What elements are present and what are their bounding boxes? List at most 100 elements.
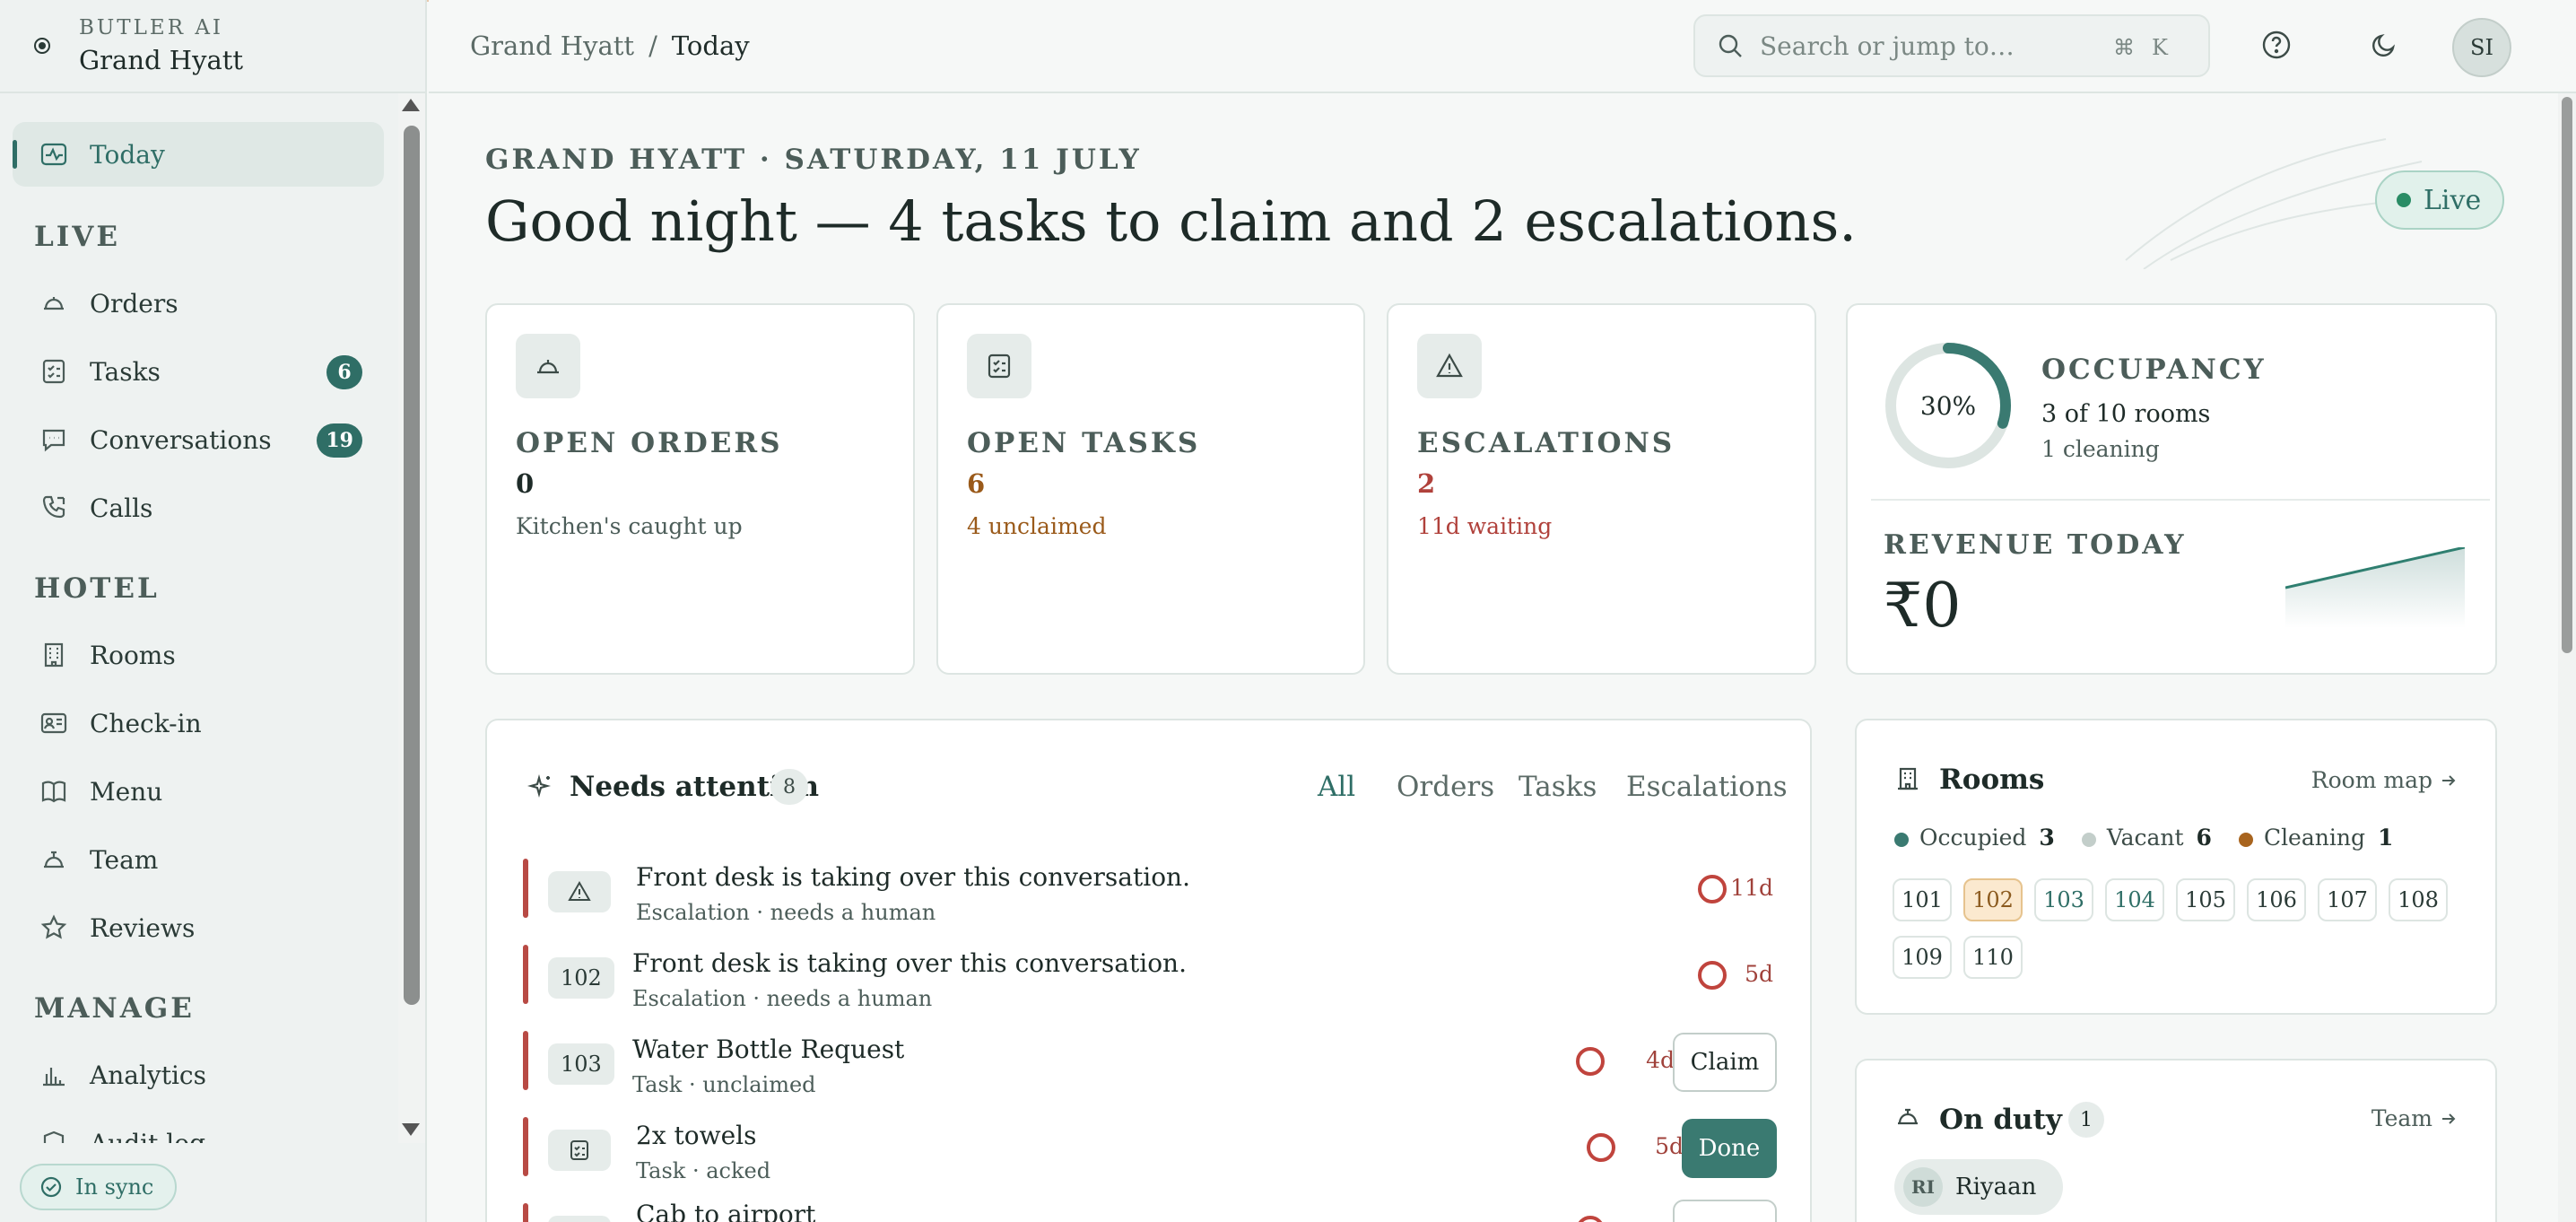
attention-row[interactable]: 2x towels Task · acked 5d Done	[523, 1117, 1779, 1183]
sidebar: BUTLER AI Grand Hyatt Today LIVE Orders …	[0, 0, 427, 1222]
sidebar-item-calls[interactable]: Calls	[13, 476, 384, 540]
row-age: 5d	[1655, 1133, 1684, 1159]
sidebar-item-today[interactable]: Today	[13, 122, 384, 187]
attention-row[interactable]: 103 Water Bottle Request Task · unclaime…	[523, 1031, 1779, 1097]
nav-section-manage: MANAGE	[34, 992, 195, 1025]
bell-icon	[537, 360, 559, 374]
main-scrollbar[interactable]	[2558, 93, 2576, 1222]
row-age: 11d	[1730, 875, 1773, 901]
room-chip[interactable]: 110	[1963, 936, 2023, 979]
status-circle-icon[interactable]	[1576, 1216, 1605, 1222]
stat-card-open-orders[interactable]: OPEN ORDERS 0 Kitchen's caught up	[485, 303, 915, 675]
stat-icon-wrap	[967, 334, 1031, 398]
conversations-count-badge: 19	[317, 423, 362, 458]
scroll-down-arrow-icon[interactable]	[402, 1123, 420, 1136]
breadcrumb: Grand Hyatt / Today	[470, 31, 750, 61]
brand-logo-icon	[34, 38, 50, 54]
room-chip[interactable]: 106	[2247, 878, 2306, 921]
occupancy-revenue-card[interactable]: 30% OCCUPANCY 3 of 10 rooms 1 cleaning R…	[1846, 303, 2497, 675]
sidebar-item-check-in[interactable]: Check-in	[13, 691, 384, 755]
room-chip[interactable]: 108	[2389, 878, 2448, 921]
sidebar-item-reviews[interactable]: Reviews	[13, 895, 384, 960]
team-link[interactable]: Team	[2371, 1105, 2458, 1131]
row-action-button[interactable]	[1673, 1200, 1777, 1222]
search-placeholder: Search or jump to…	[1760, 31, 2015, 61]
sidebar-item-analytics[interactable]: Analytics	[13, 1043, 384, 1107]
stat-card-open-tasks[interactable]: OPEN TASKS 6 4 unclaimed	[936, 303, 1365, 675]
star-icon	[40, 914, 67, 939]
nav-section-live: LIVE	[34, 221, 120, 253]
breadcrumb-current: Today	[671, 31, 750, 61]
priority-bar	[523, 1117, 528, 1176]
chat-icon	[42, 429, 65, 452]
search-input[interactable]: Search or jump to… ⌘ K	[1693, 14, 2210, 77]
user-avatar[interactable]: SI	[2452, 18, 2511, 77]
legend-dot	[1894, 832, 1909, 847]
revenue-sparkline	[2285, 547, 2465, 628]
row-title: Cab to airport	[636, 1200, 816, 1222]
stat-card-escalations[interactable]: ESCALATIONS 2 11d waiting	[1387, 303, 1816, 675]
legend-label: Occupied	[1919, 825, 2027, 851]
tab-escalations[interactable]: Escalations	[1626, 771, 1788, 803]
room-chip[interactable]: 101	[1893, 878, 1952, 921]
row-subtitle: Escalation · needs a human	[636, 900, 936, 925]
moon-icon[interactable]	[2368, 29, 2400, 61]
breadcrumb-hotel[interactable]: Grand Hyatt	[470, 31, 634, 61]
attention-row[interactable]: 102 Front desk is taking over this conve…	[523, 945, 1779, 1011]
team-link-label: Team	[2371, 1105, 2432, 1131]
row-subtitle: Escalation · needs a human	[632, 986, 933, 1011]
sidebar-item-label: Calls	[90, 493, 153, 523]
attention-row[interactable]: Front desk is taking over this conversat…	[523, 859, 1779, 925]
sidebar-item-conversations[interactable]: Conversations 19	[13, 407, 384, 472]
staff-name: Riyaan	[1955, 1174, 2037, 1200]
sidebar-item-label: Menu	[90, 776, 163, 807]
sidebar-item-audit-log[interactable]: Audit log	[13, 1111, 384, 1143]
claim-button[interactable]: Claim	[1673, 1033, 1777, 1092]
stat-value: 0	[516, 468, 535, 499]
status-circle-icon[interactable]	[1587, 1133, 1615, 1162]
search-icon	[1719, 34, 1742, 57]
divider	[1871, 499, 2490, 501]
sync-status[interactable]: In sync	[20, 1164, 178, 1210]
sidebar-item-menu[interactable]: Menu	[13, 759, 384, 824]
sidebar-item-label: Team	[90, 844, 159, 875]
room-chip[interactable]: 105	[2176, 878, 2235, 921]
sidebar-item-label: Today	[90, 139, 165, 170]
tab-orders[interactable]: Orders	[1397, 771, 1494, 803]
sidebar-scroll-thumb[interactable]	[404, 126, 420, 1005]
row-title: Front desk is taking over this conversat…	[636, 862, 1190, 892]
room-map-link[interactable]: Room map	[2311, 767, 2458, 793]
room-chip[interactable]: 104	[2105, 878, 2164, 921]
stat-value: 6	[967, 468, 986, 499]
legend-dot	[2081, 832, 2096, 847]
stat-icon-wrap	[1417, 334, 1482, 398]
bell-icon	[1898, 1108, 1918, 1125]
tab-all[interactable]: All	[1318, 771, 1355, 803]
help-icon[interactable]	[2260, 29, 2293, 61]
sidebar-item-team[interactable]: Team	[13, 827, 384, 892]
brand[interactable]: BUTLER AI Grand Hyatt	[0, 0, 427, 93]
bell-icon	[44, 851, 64, 868]
live-status-badge: Live	[2375, 170, 2505, 230]
room-chip[interactable]: 107	[2318, 878, 2377, 921]
stat-sub: 11d waiting	[1417, 513, 1553, 539]
arrow-right-icon	[2442, 1113, 2456, 1124]
room-chip[interactable]: 102	[1963, 878, 2023, 921]
scroll-up-arrow-icon[interactable]	[402, 99, 420, 111]
room-chip[interactable]: 103	[2034, 878, 2093, 921]
attention-row[interactable]: Cab to airport	[523, 1200, 1779, 1222]
sidebar-item-label: Reviews	[90, 912, 196, 943]
row-title: 2x towels	[636, 1121, 757, 1150]
room-chip[interactable]: 109	[1893, 936, 1952, 979]
done-button[interactable]: Done	[1682, 1119, 1777, 1178]
staff-chip[interactable]: RI Riyaan	[1894, 1159, 2064, 1215]
sidebar-item-orders[interactable]: Orders	[13, 271, 384, 336]
status-circle-icon[interactable]	[1576, 1047, 1605, 1076]
main-scroll-thumb[interactable]	[2562, 97, 2572, 653]
bar-chart-icon	[43, 1068, 65, 1087]
sidebar-item-tasks[interactable]: Tasks 6	[13, 339, 384, 404]
sidebar-item-label: Tasks	[90, 356, 161, 387]
tab-tasks[interactable]: Tasks	[1519, 771, 1597, 803]
sidebar-item-rooms[interactable]: Rooms	[13, 623, 384, 687]
priority-bar	[523, 945, 528, 1004]
